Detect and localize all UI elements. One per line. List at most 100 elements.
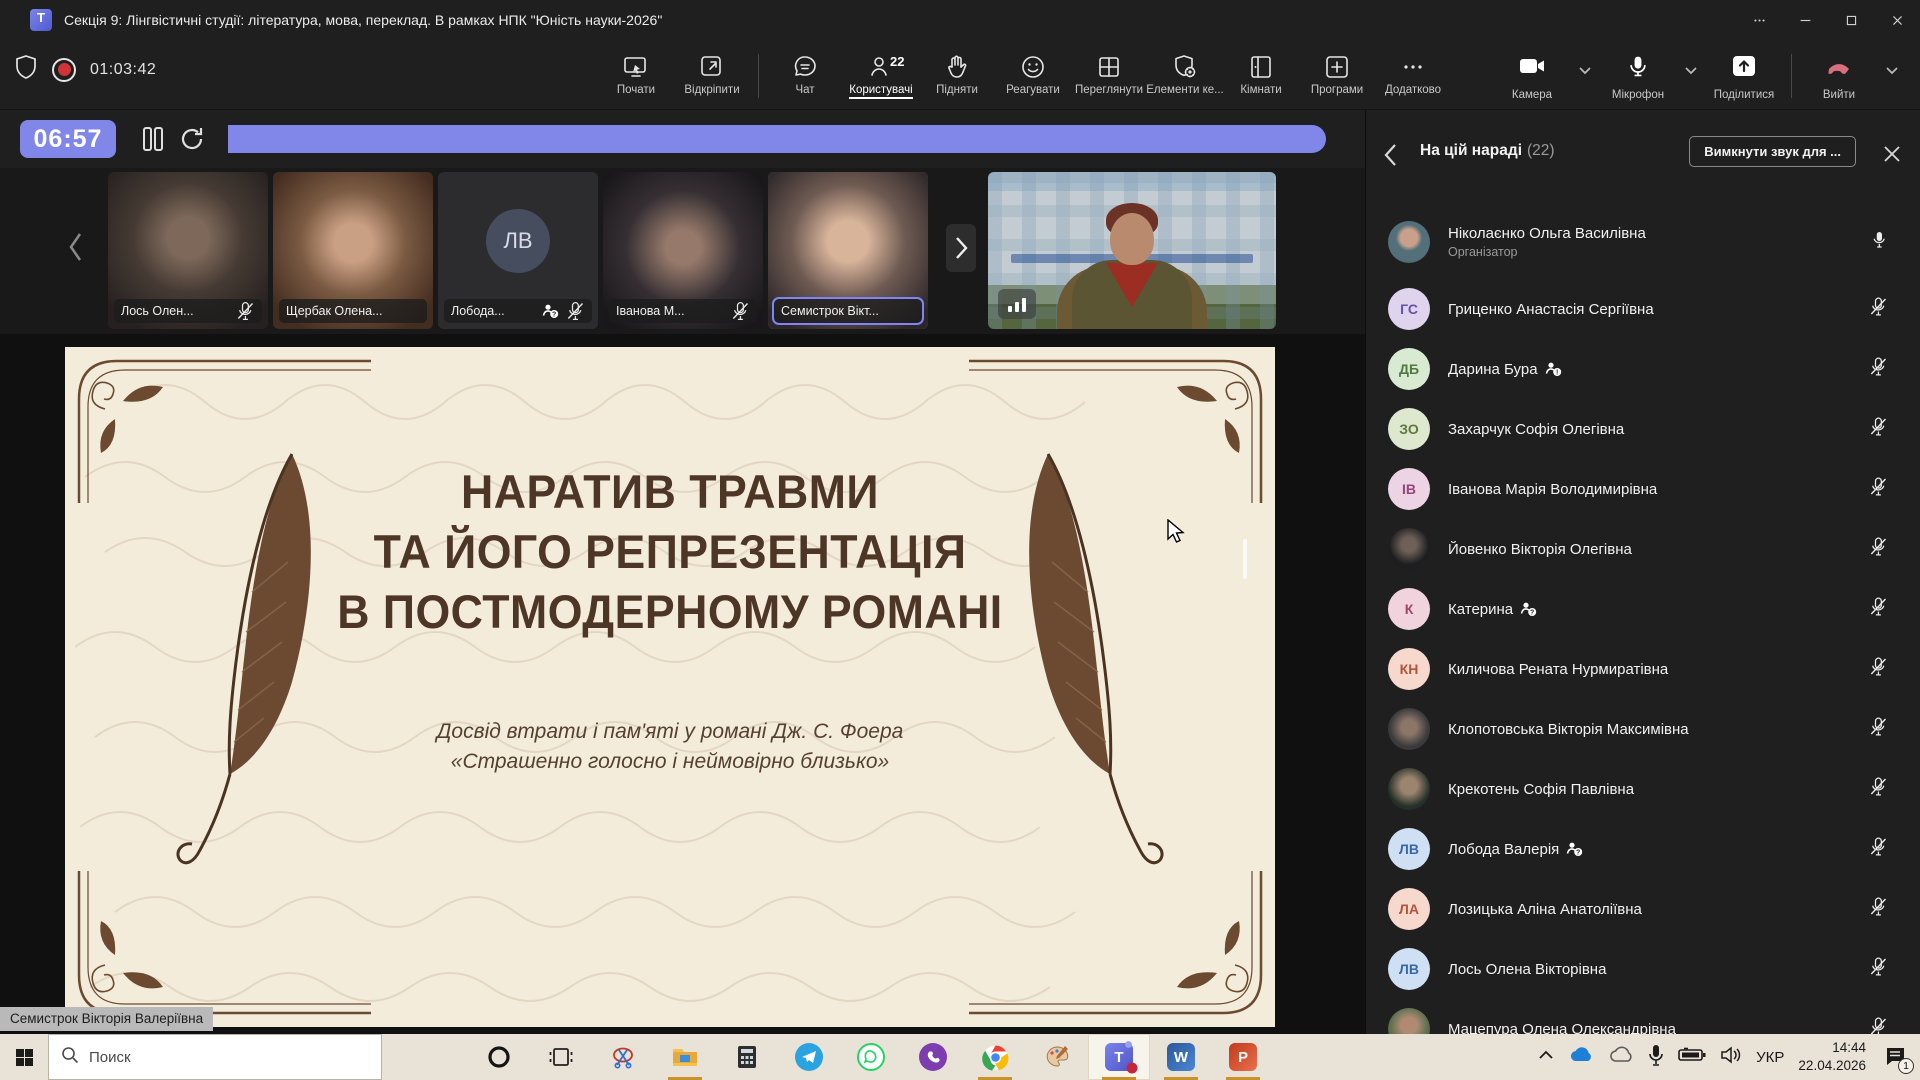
toolbar-button-label: Чат — [795, 84, 814, 96]
toolbar-button-chat[interactable]: Чат — [767, 46, 843, 106]
taskbar-app-chrome[interactable] — [964, 1034, 1026, 1080]
mic-muted-icon[interactable] — [1868, 416, 1888, 443]
mic-muted-icon[interactable] — [1868, 836, 1888, 863]
onedrive-icon[interactable] — [1568, 1046, 1594, 1069]
timer-refresh-icon[interactable] — [178, 125, 206, 158]
taskbar-app-viber[interactable] — [902, 1034, 964, 1080]
mic-muted-icon[interactable] — [1868, 536, 1888, 563]
participant-row[interactable]: КН Киличова Рената Нурмиратівна — [1366, 639, 1920, 699]
video-tile[interactable]: Іванова М... — [603, 172, 763, 329]
teams-icon: T — [1105, 1043, 1133, 1071]
window-more-icon[interactable] — [1736, 0, 1782, 40]
ornate-corner-decoration — [71, 871, 371, 1021]
taskbar-app-powerpoint[interactable]: P — [1212, 1034, 1274, 1080]
slide-subtitle-line: Досвід втрати і пам'яті у романі Дж. С. … — [320, 717, 1020, 747]
mic-muted-icon[interactable] — [1868, 776, 1888, 803]
mic-muted-icon[interactable] — [1868, 716, 1888, 743]
toolbar-button-more[interactable]: Додатково — [1375, 46, 1451, 106]
video-tile[interactable]: ЛВ Лобода...? — [438, 172, 598, 329]
video-tile[interactable]: Лось Олен... — [108, 172, 268, 329]
taskbar-app-whatsapp[interactable] — [840, 1034, 902, 1080]
panel-close-icon[interactable] — [1882, 142, 1902, 171]
mic-muted-icon[interactable] — [1868, 896, 1888, 923]
toolbar-button-grid[interactable]: Переглянути — [1071, 46, 1147, 106]
taskbar-app-task-view[interactable] — [530, 1034, 592, 1080]
toolbar-button-rooms[interactable]: Кімнати — [1223, 46, 1299, 106]
participant-row[interactable]: ЛВ Лобода Валерія? — [1366, 819, 1920, 879]
toolbar-button-label: Програми — [1311, 84, 1363, 96]
participant-row[interactable]: Крекотень Софія Павлівна — [1366, 759, 1920, 819]
chevron-down-icon[interactable] — [1677, 40, 1705, 100]
toolbar-button-people[interactable]: 22Користувачі — [843, 46, 919, 106]
taskbar-app-file-explorer[interactable] — [654, 1034, 716, 1080]
participant-row[interactable]: ЛВ Лось Олена Вікторівна — [1366, 939, 1920, 999]
cloud-icon[interactable] — [1608, 1046, 1634, 1069]
participant-name: Киличова Рената Нурмиратівна — [1448, 661, 1668, 678]
mic-muted-icon[interactable] — [1868, 596, 1888, 623]
video-tile[interactable]: Семистрок Вікт... — [768, 172, 928, 329]
mic-on-icon[interactable] — [1870, 229, 1888, 256]
participant-list: Ніколаєнко Ольга ВасилівнаОрганізатор ГС… — [1366, 205, 1920, 1059]
mic-muted-icon[interactable] — [1868, 476, 1888, 503]
taskbar-app-snipping-tool[interactable] — [592, 1034, 654, 1080]
notification-center-icon[interactable]: 1 — [1880, 1042, 1910, 1072]
tray-clock[interactable]: 14:44 22.04.2026 — [1798, 1039, 1866, 1075]
participant-row[interactable]: Ніколаєнко Ольга ВасилівнаОрганізатор — [1366, 205, 1920, 279]
strip-prev-icon[interactable] — [66, 230, 84, 269]
toolbar-button-screen-share[interactable]: Почати — [598, 46, 674, 106]
taskbar-search-input[interactable]: Поиск — [48, 1034, 382, 1080]
taskbar-app-calculator[interactable] — [716, 1034, 778, 1080]
video-tiles: Лось Олен... Щербак Олена...ЛВ Лобода...… — [108, 172, 928, 329]
participant-row[interactable]: ЗО Захарчук Софія Олегівна — [1366, 399, 1920, 459]
mic-muted-icon[interactable] — [1868, 296, 1888, 323]
close-icon[interactable] — [1874, 0, 1920, 40]
taskbar-app-word[interactable]: W — [1150, 1034, 1212, 1080]
maximize-icon[interactable] — [1828, 0, 1874, 40]
slide-scrollbar-thumb[interactable] — [1243, 539, 1247, 579]
participant-row[interactable]: Клопотовська Вікторія Максимівна — [1366, 699, 1920, 759]
mic-on-icon — [1626, 52, 1650, 85]
participant-row[interactable]: ДБ Дарина Бура! — [1366, 339, 1920, 399]
toolbar-button-smiley[interactable]: Реагувати — [995, 46, 1071, 106]
task-view-icon — [548, 1044, 574, 1070]
mute-all-button[interactable]: Вимкнути звук для ... — [1689, 136, 1856, 167]
participant-row[interactable]: ЛА Лозицька Аліна Анатоліївна — [1366, 879, 1920, 939]
participant-row[interactable]: ГС Гриценко Анастасія Сергіївна — [1366, 279, 1920, 339]
participant-initials-avatar: ДБ — [1388, 348, 1430, 390]
start-button[interactable] — [0, 1034, 48, 1080]
participant-row[interactable]: ІВ Іванова Марія Володимирівна — [1366, 459, 1920, 519]
timer-pause-icon[interactable] — [140, 125, 166, 158]
strip-next-button[interactable] — [946, 224, 976, 272]
chat-icon — [791, 54, 819, 80]
toolbar-button-popout[interactable]: Відкріпити — [674, 46, 750, 106]
participant-row[interactable]: Йовенко Вікторія Олегівна — [1366, 519, 1920, 579]
mic-muted-icon[interactable] — [1868, 356, 1888, 383]
device-button-mic-on[interactable]: Мікрофон — [1599, 46, 1677, 106]
device-button-share[interactable]: Поділитися — [1705, 46, 1783, 106]
battery-icon[interactable] — [1678, 1047, 1706, 1068]
tray-chevron-up-icon[interactable] — [1538, 1048, 1554, 1066]
active-speaker-tile[interactable] — [988, 172, 1276, 329]
taskbar-app-o-ring-app[interactable] — [468, 1034, 530, 1080]
video-tile[interactable]: Щербак Олена... — [273, 172, 433, 329]
leave-button[interactable]: Вийти — [1800, 46, 1878, 106]
o-ring-app-icon — [486, 1044, 512, 1070]
device-button-camera[interactable]: Камера — [1493, 46, 1571, 106]
language-indicator[interactable]: УКР — [1756, 1049, 1784, 1066]
taskbar-app-paint[interactable] — [1026, 1034, 1088, 1080]
minimize-icon[interactable] — [1782, 0, 1828, 40]
toolbar-button-hand[interactable]: Підняти — [919, 46, 995, 106]
participant-row[interactable]: К Катерина? — [1366, 579, 1920, 639]
participant-initials-avatar: ЛВ — [1388, 828, 1430, 870]
toolbar-button-shield-gear[interactable]: Елементи ке... — [1147, 46, 1223, 106]
taskbar-app-teams[interactable]: T — [1088, 1034, 1150, 1080]
chevron-down-icon[interactable] — [1571, 40, 1599, 100]
mic-muted-icon[interactable] — [1868, 656, 1888, 683]
mic-muted-icon[interactable] — [1868, 956, 1888, 983]
toolbar-button-apps[interactable]: Програми — [1299, 46, 1375, 106]
taskbar-app-telegram[interactable] — [778, 1034, 840, 1080]
volume-icon[interactable] — [1720, 1046, 1742, 1069]
tray-mic-icon[interactable] — [1648, 1044, 1664, 1071]
panel-back-icon[interactable] — [1382, 142, 1398, 173]
chevron-down-icon[interactable] — [1878, 40, 1906, 100]
